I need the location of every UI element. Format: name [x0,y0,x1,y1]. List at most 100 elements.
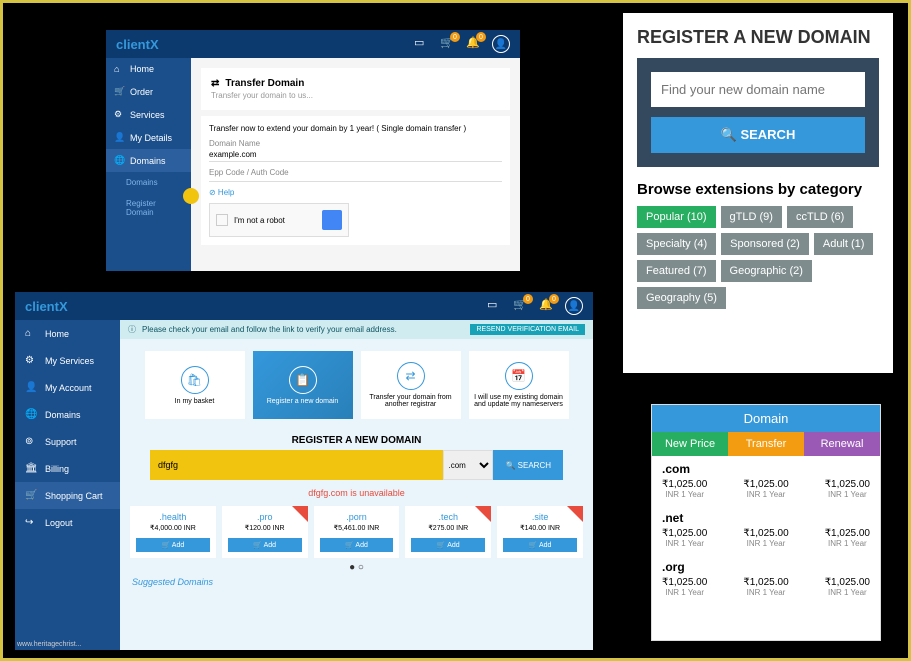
transfer-icon: ⇄ [211,78,219,89]
add-button[interactable]: 🛒 Add [228,538,302,552]
sidebar-subitem-register[interactable]: Register Domain [106,193,191,223]
content: ⇄Transfer Domain Transfer your domain to… [191,58,520,271]
cart-icon[interactable]: 🛒0 [440,36,456,52]
add-button[interactable]: 🛒 Add [136,538,210,552]
pagination-dots[interactable]: ● ○ [120,562,593,573]
unavailable-text: dfgfg.com is unavailable [120,488,593,498]
add-button[interactable]: 🛒 Add [411,538,485,552]
recaptcha[interactable]: I'm not a robot [209,203,349,237]
sidebar-item-support[interactable]: ⊚Support [15,428,120,455]
card-icon[interactable]: ▭ [487,298,503,314]
browse-title: Browse extensions by category [637,181,879,198]
watermark: www.heritagechrist... [17,641,82,648]
tag-popular[interactable]: Popular (10) [637,206,716,228]
extension-select[interactable]: .com [443,450,493,480]
hot-ribbon-icon [567,506,583,522]
sidebar-item-domains[interactable]: 🌐Domains [15,401,120,428]
bell-icon[interactable]: 🔔0 [466,36,482,52]
gear-icon: ⚙ [25,355,37,366]
transfer-form: Transfer now to extend your domain by 1 … [201,116,510,245]
tag-adult[interactable]: Adult (1) [814,233,874,255]
hot-ribbon-icon [292,506,308,522]
home-icon: ⌂ [25,328,37,339]
topbar: clientX ▭ 🛒0 🔔0 👤 [15,292,593,320]
user-icon: 👤 [25,382,37,393]
sidebar-subitem-domains[interactable]: Domains [106,172,191,193]
content: ⓘ Please check your email and follow the… [120,320,593,650]
title-card: ⇄Transfer Domain Transfer your domain to… [201,68,510,110]
sidebar-item-shoppingcart[interactable]: 🛒Shopping Cart [15,482,120,509]
globe-icon: 🌐 [25,409,37,420]
domain-card: .site₹140.00 INR🛒 Add [497,506,583,558]
tag-sponsored[interactable]: Sponsored (2) [721,233,809,255]
price-tabs: New Price Transfer Renewal [652,432,880,456]
tag-cctld[interactable]: ccTLD (6) [787,206,853,228]
search-button[interactable]: 🔍 SEARCH [493,450,563,480]
sidebar-item-home[interactable]: ⌂Home [15,320,120,347]
captcha-checkbox[interactable] [216,214,228,226]
domain-input[interactable]: example.com [209,148,502,162]
tile-basket[interactable]: 🛍In my basket [145,351,245,419]
tab-newprice[interactable]: New Price [652,432,728,456]
info-icon: ⓘ [128,324,136,335]
tag-geography[interactable]: Geography (5) [637,287,726,309]
domain-price-panel: Domain New Price Transfer Renewal .com ₹… [651,404,881,641]
tag-geographic[interactable]: Geographic (2) [721,260,812,282]
domain-card: .porn₹5,461.00 INR🛒 Add [314,506,400,558]
globe-icon: 🌐 [114,155,124,166]
tile-transfer[interactable]: ⇄Transfer your domain from another regis… [361,351,461,419]
avatar[interactable]: 👤 [492,35,510,53]
price-row: .com ₹1,025.00INR 1 Year ₹1,025.00INR 1 … [652,456,880,505]
tab-renewal[interactable]: Renewal [804,432,880,456]
search-button[interactable]: 🔍 SEARCH [651,117,865,153]
recaptcha-logo-icon [322,210,342,230]
help-link[interactable]: ⊘ Help [209,188,502,197]
domain-search-input[interactable] [150,450,443,480]
cart-icon: 🛒 [25,490,37,501]
register-title: REGISTER A NEW DOMAIN [120,435,593,446]
bell-icon[interactable]: 🔔0 [539,298,555,314]
suggested-domains-link[interactable]: Suggested Domains [132,577,593,587]
price-row: .org ₹1,025.00INR 1 Year ₹1,025.00INR 1 … [652,554,880,603]
tile-existing[interactable]: 📅I will use my existing domain and updat… [469,351,569,419]
tag-specialty[interactable]: Specialty (4) [637,233,716,255]
verification-alert: ⓘ Please check your email and follow the… [120,320,593,339]
tab-transfer[interactable]: Transfer [728,432,804,456]
cart-icon[interactable]: 🛒0 [513,298,529,314]
card-icon[interactable]: ▭ [414,36,430,52]
domain-search-input[interactable] [651,72,865,107]
sidebar-item-home[interactable]: ⌂Home [106,58,191,80]
epp-input[interactable] [209,177,502,182]
sidebar-item-myaccount[interactable]: 👤My Account [15,374,120,401]
table-header: Domain [652,405,880,432]
tag-featured[interactable]: Featured (7) [637,260,716,282]
transfer-icon: ⇄ [397,362,425,390]
avatar[interactable]: 👤 [565,297,583,315]
register-domain-panel: REGISTER A NEW DOMAIN 🔍 SEARCH Browse ex… [623,13,893,373]
domain-card: .pro₹120.00 INR🛒 Add [222,506,308,558]
calendar-icon: 📅 [505,362,533,390]
resend-verification-button[interactable]: RESEND VERIFICATION EMAIL [470,324,585,335]
transfer-domain-panel: clientX ▭ 🛒0 🔔0 👤 ⌂Home 🛒Order ⚙Services… [106,30,520,271]
sidebar-item-mydetails[interactable]: 👤My Details [106,126,191,149]
sidebar-item-domains[interactable]: 🌐Domains [106,149,191,172]
tile-register[interactable]: 📋Register a new domain [253,351,353,419]
action-tiles: 🛍In my basket 📋Register a new domain ⇄Tr… [120,339,593,431]
yellow-tag-icon [183,188,199,204]
logo: clientX [25,299,68,314]
sidebar-item-billing[interactable]: 🏛Billing [15,455,120,482]
add-button[interactable]: 🛒 Add [503,538,577,552]
domain-card: .health₹4,000.00 INR🛒 Add [130,506,216,558]
category-tags: Popular (10) gTLD (9) ccTLD (6) Specialt… [637,206,879,309]
sidebar-item-myservices[interactable]: ⚙My Services [15,347,120,374]
topbar-icons: ▭ 🛒0 🔔0 👤 [414,35,510,53]
sidebar-item-logout[interactable]: ↪Logout [15,509,120,536]
sidebar: ⌂Home 🛒Order ⚙Services 👤My Details 🌐Doma… [106,58,191,271]
transfer-notice: Transfer now to extend your domain by 1 … [209,124,502,133]
epp-label: Epp Code / Auth Code [209,168,502,177]
sidebar-item-services[interactable]: ⚙Services [106,103,191,126]
sidebar-item-order[interactable]: 🛒Order [106,80,191,103]
tag-gtld[interactable]: gTLD (9) [721,206,782,228]
add-button[interactable]: 🛒 Add [320,538,394,552]
cart-icon: 🛒 [114,86,124,97]
